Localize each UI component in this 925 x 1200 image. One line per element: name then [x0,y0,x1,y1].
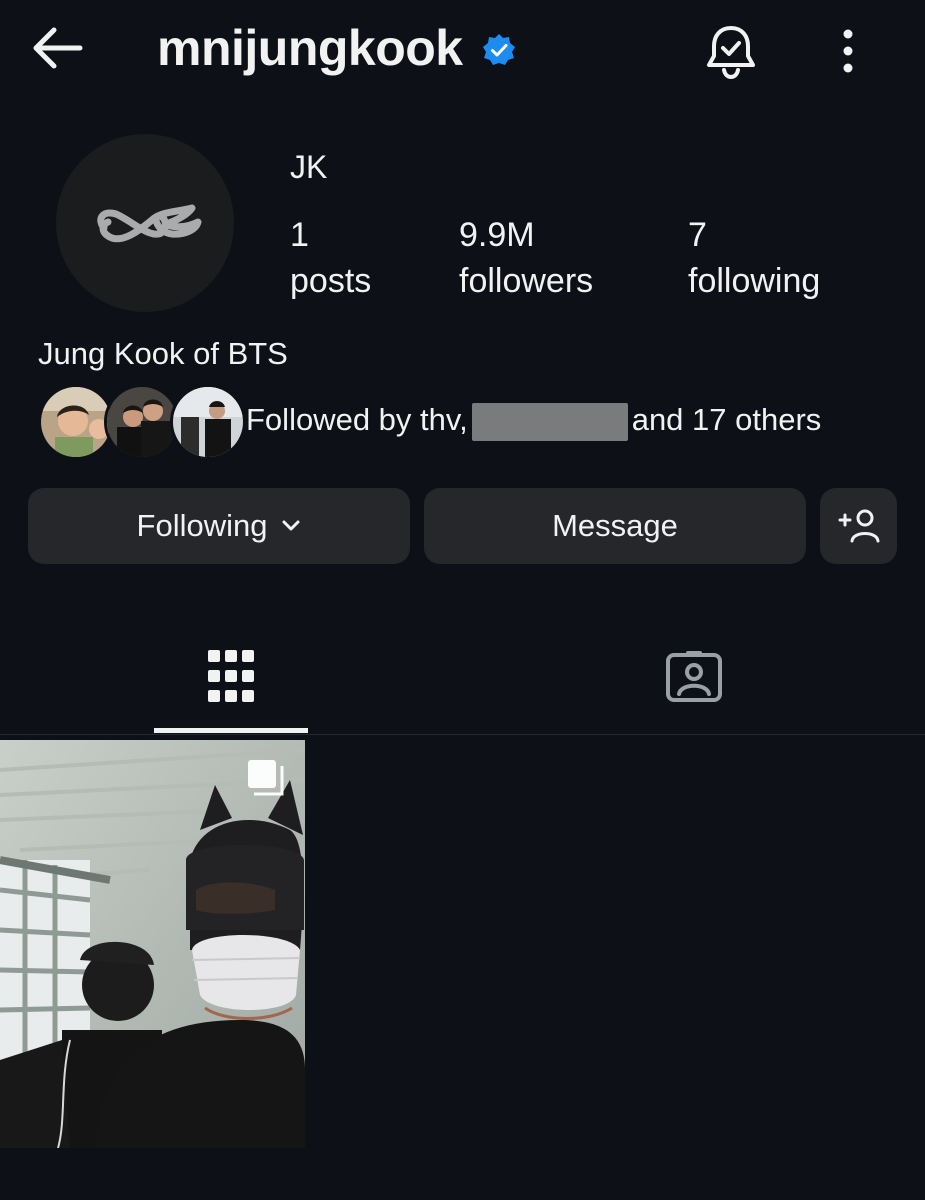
followers-count[interactable]: 9.9M followers [459,212,593,304]
posts-count[interactable]: 1 posts [290,212,371,304]
back-arrow-icon [33,27,83,69]
suggest-users-button[interactable] [820,488,897,564]
redacted-username [471,402,628,441]
more-vertical-icon [843,29,853,73]
verified-badge-icon [482,33,516,67]
mutual-follower-avatar [104,384,180,460]
followers-count-value: 9.9M [459,216,535,254]
posts-count-value: 1 [290,216,309,254]
tab-tagged[interactable] [617,620,771,732]
followed-by-text: Followed by thv, and 17 others [246,400,821,441]
post-photo [0,740,305,1148]
followed-by-suffix: and 17 others [631,402,822,437]
posts-count-label: posts [290,262,372,300]
chevron-down-icon [282,520,300,531]
mutual-follower-avatar [38,384,114,460]
display-name: JK [290,149,328,185]
tagged-person-icon [666,651,722,702]
active-tab-indicator [154,728,308,733]
more-options-button[interactable] [826,22,870,80]
tab-posts-grid[interactable] [154,620,308,732]
notifications-button[interactable] [700,20,762,82]
message-button-label: Message [552,508,678,543]
bell-icon [707,26,755,80]
add-user-icon [838,509,879,543]
following-count-value: 7 [688,216,707,254]
followed-by-prefix: Followed by thv, [246,402,468,437]
following-count[interactable]: 7 following [688,212,820,304]
grid-icon [208,650,254,702]
jk-logo-icon [97,204,202,243]
followers-count-label: followers [459,262,594,300]
profile-bio: Jung Kook of BTS [38,336,288,371]
following-button-label: Following [136,508,268,543]
post-thumbnail[interactable] [0,740,305,1148]
message-button[interactable]: Message [424,488,806,564]
profile-avatar[interactable] [56,134,234,312]
mutual-follower-avatar [170,384,246,460]
profile-username: mnijungkook [157,20,463,76]
following-button[interactable]: Following [28,488,410,564]
tab-divider [0,734,925,735]
mutual-followers-row[interactable]: Followed by thv, and 17 others [38,382,898,460]
following-count-label: following [688,262,821,300]
back-button[interactable] [28,22,88,74]
